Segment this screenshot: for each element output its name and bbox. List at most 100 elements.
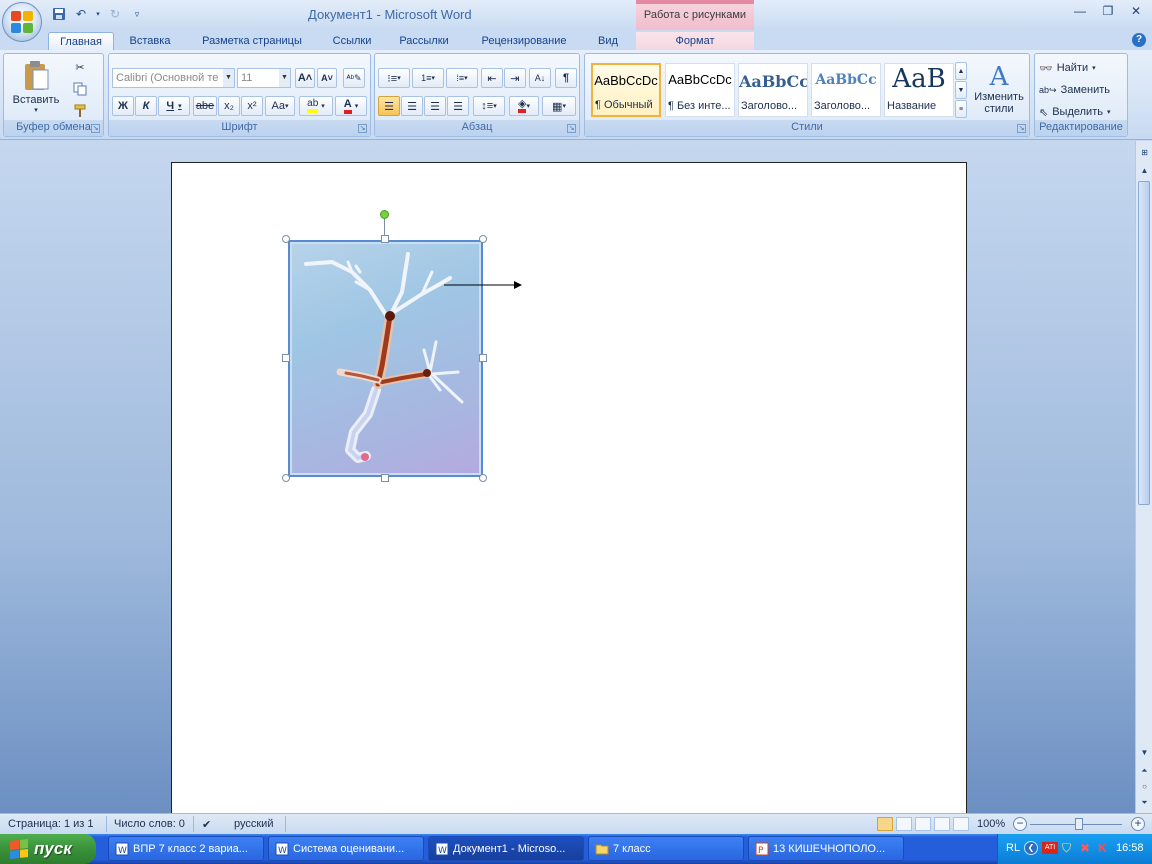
shield-icon[interactable]: ⛉ [1062, 841, 1071, 856]
browse-object-icon[interactable]: ○ [1137, 779, 1152, 794]
font-launcher-icon[interactable]: ↘ [358, 124, 367, 133]
web-layout-view-icon[interactable] [915, 817, 931, 831]
styles-scroll-up-icon[interactable]: ▲ [955, 62, 967, 80]
highlight-button[interactable]: ab ▾ [299, 96, 333, 116]
tab-page-layout[interactable]: Разметка страницы [190, 32, 314, 52]
subscript-button[interactable]: x₂ [218, 96, 240, 116]
copy-icon[interactable] [70, 80, 90, 98]
underline-button[interactable]: Ч ▾ [158, 96, 190, 116]
multilevel-list-button[interactable]: ⁞≡ ▾ [446, 68, 478, 88]
minimize-icon[interactable]: — [1070, 4, 1090, 20]
restore-icon[interactable]: ❐ [1098, 4, 1118, 20]
format-painter-icon[interactable] [70, 102, 90, 120]
resize-handle-nw[interactable] [282, 235, 290, 243]
sort-button[interactable]: A↓ [529, 68, 551, 88]
shrink-font-button[interactable]: A˅ [317, 68, 337, 88]
paragraph-launcher-icon[interactable]: ↘ [567, 124, 576, 133]
language-indicator[interactable]: русский [234, 818, 273, 830]
zoom-slider-knob[interactable] [1075, 818, 1083, 830]
increase-indent-button[interactable]: ⇥ [504, 68, 526, 88]
bold-button[interactable]: Ж [112, 96, 134, 116]
resize-handle-sw[interactable] [282, 474, 290, 482]
office-button[interactable] [2, 2, 42, 42]
style-title[interactable]: AaB Название [884, 63, 954, 117]
change-styles-button[interactable]: A Изменить стили [971, 58, 1027, 120]
undo-icon[interactable]: ↶ [72, 5, 90, 23]
grow-font-button[interactable]: A˄ [295, 68, 315, 88]
show-marks-button[interactable]: ¶ [555, 68, 577, 88]
tab-insert[interactable]: Вставка [120, 32, 180, 52]
bullets-button[interactable]: ⁝≡ ▾ [378, 68, 410, 88]
page-count[interactable]: Страница: 1 из 1 [8, 818, 94, 830]
align-left-button[interactable]: ☰ [378, 96, 400, 116]
find-button[interactable]: 👓 Найти ▾ [1039, 58, 1127, 78]
close-icon[interactable]: ✕ [1126, 4, 1146, 20]
style-no-spacing[interactable]: AaBbCcDc ¶ Без инте... [665, 63, 735, 117]
tray-expand-icon[interactable]: ❮ [1024, 841, 1038, 855]
decrease-indent-button[interactable]: ⇤ [481, 68, 503, 88]
tab-view[interactable]: Вид [590, 32, 626, 52]
tab-review[interactable]: Рецензирование [468, 32, 580, 52]
full-screen-reading-view-icon[interactable] [896, 817, 912, 831]
font-name-combo[interactable]: Calibri (Основной те ▼ [112, 68, 235, 88]
taskbar-item-word-vpr[interactable]: W ВПР 7 класс 2 вариа... [108, 836, 264, 861]
taskbar-item-powerpoint[interactable]: P 13 КИШЕЧНОПОЛО... [748, 836, 904, 861]
taskbar-item-folder[interactable]: 7 класс [588, 836, 744, 861]
scroll-thumb[interactable] [1138, 181, 1150, 505]
font-size-combo[interactable]: 11 ▼ [237, 68, 291, 88]
outline-view-icon[interactable] [934, 817, 950, 831]
ruler-toggle-icon[interactable]: ⊞ [1137, 145, 1152, 160]
next-page-icon[interactable]: ⏷ [1137, 795, 1152, 810]
clear-formatting-button[interactable]: ᴬᵇ✎ [343, 68, 365, 88]
font-color-button[interactable]: A ▾ [335, 96, 367, 116]
undo-dropdown-icon[interactable]: ▾ [94, 5, 102, 23]
resize-handle-se[interactable] [479, 474, 487, 482]
resize-handle-w[interactable] [282, 354, 290, 362]
tab-format[interactable]: Формат [636, 32, 754, 52]
styles-scroll-down-icon[interactable]: ▼ [955, 81, 967, 99]
shading-button[interactable]: ◈ ▾ [509, 96, 539, 116]
print-layout-view-icon[interactable] [877, 817, 893, 831]
align-center-button[interactable]: ☰ [401, 96, 423, 116]
taskbar-item-word-system[interactable]: W Система оценивани... [268, 836, 424, 861]
line-spacing-button[interactable]: ↕≡ ▾ [473, 96, 505, 116]
style-normal[interactable]: AaBbCcDc ¶ Обычный [591, 63, 661, 117]
arrow-line[interactable] [440, 278, 530, 292]
redo-icon[interactable]: ↻ [106, 5, 124, 23]
taskbar-item-word-document1[interactable]: W Документ1 - Microso... [428, 836, 584, 861]
start-button[interactable]: пуск [0, 834, 96, 864]
superscript-button[interactable]: x² [241, 96, 263, 116]
zoom-level[interactable]: 100% [977, 818, 1005, 830]
vertical-scrollbar[interactable]: ⊞ ▲ ▼ ⏶ ○ ⏷ [1135, 141, 1152, 813]
scroll-up-icon[interactable]: ▲ [1137, 163, 1152, 178]
scroll-down-icon[interactable]: ▼ [1137, 745, 1152, 760]
previous-page-icon[interactable]: ⏶ [1137, 763, 1152, 778]
selected-picture[interactable] [288, 240, 483, 477]
styles-more-icon[interactable]: ≡ [955, 100, 967, 118]
numbering-button[interactable]: 1≡ ▾ [412, 68, 444, 88]
change-case-button[interactable]: Aa ▾ [265, 96, 295, 116]
resize-handle-e[interactable] [479, 354, 487, 362]
customize-qat-icon[interactable]: ▿ [128, 5, 146, 23]
resize-handle-s[interactable] [381, 474, 389, 482]
select-button[interactable]: ⇖ Выделить ▾ [1039, 102, 1127, 122]
help-icon[interactable]: ? [1132, 33, 1146, 47]
clock[interactable]: 16:58 [1116, 842, 1144, 854]
clipboard-launcher-icon[interactable]: ↘ [91, 124, 100, 133]
style-heading2[interactable]: AaBbCc Заголово... [811, 63, 881, 117]
proofing-icon[interactable]: ✔ [202, 818, 211, 831]
borders-button[interactable]: ▦ ▾ [542, 96, 576, 116]
draft-view-icon[interactable] [953, 817, 969, 831]
replace-button[interactable]: ab↪ Заменить [1039, 80, 1127, 100]
style-heading1[interactable]: AaBbCc Заголово... [738, 63, 808, 117]
antivirus-icon[interactable]: ATI [1042, 842, 1058, 854]
italic-button[interactable]: К [135, 96, 157, 116]
tab-mailings[interactable]: Рассылки [390, 32, 458, 52]
zoom-in-icon[interactable]: + [1131, 817, 1145, 831]
tab-home[interactable]: Главная [48, 32, 114, 52]
tab-references[interactable]: Ссылки [324, 32, 380, 52]
strikethrough-button[interactable]: abe [193, 96, 217, 116]
save-icon[interactable] [50, 5, 68, 23]
paste-button[interactable]: Вставить ▾ [10, 58, 62, 116]
zoom-out-icon[interactable]: − [1013, 817, 1027, 831]
